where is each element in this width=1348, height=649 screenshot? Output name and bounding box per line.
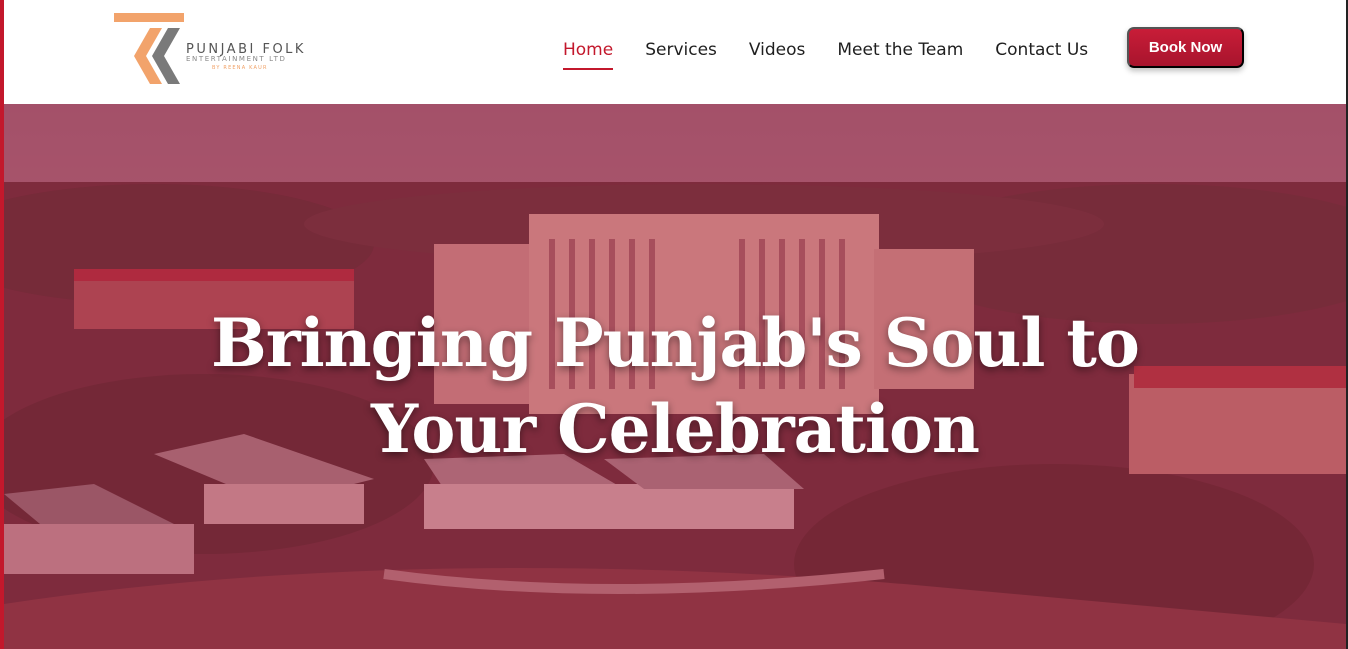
brand-subtitle: ENTERTAINMENT LTD <box>186 55 287 63</box>
nav-contact-us[interactable]: Contact Us <box>995 40 1088 60</box>
site-header: PUNJABI FOLK ENTERTAINMENT LTD BY REENA … <box>4 0 1346 104</box>
nav-services[interactable]: Services <box>645 40 717 60</box>
hero-title-line-1: Bringing Punjab's Soul to <box>211 304 1140 382</box>
nav-videos[interactable]: Videos <box>749 40 806 60</box>
main-nav: Home Services Videos Meet the Team Conta… <box>563 40 1088 70</box>
nav-home[interactable]: Home <box>563 40 614 70</box>
logo-chevron-icon <box>134 28 180 84</box>
hero-section: Bringing Punjab's Soul to Your Celebrati… <box>4 104 1346 649</box>
hero-title: Bringing Punjab's Soul to Your Celebrati… <box>4 300 1346 472</box>
brand-logo[interactable]: PUNJABI FOLK ENTERTAINMENT LTD BY REENA … <box>110 12 310 90</box>
hero-title-line-2: Your Celebration <box>371 390 980 468</box>
brand-byline: BY REENA KAUR <box>212 65 268 71</box>
book-now-button[interactable]: Book Now <box>1127 27 1244 68</box>
nav-meet-the-team[interactable]: Meet the Team <box>837 40 963 60</box>
